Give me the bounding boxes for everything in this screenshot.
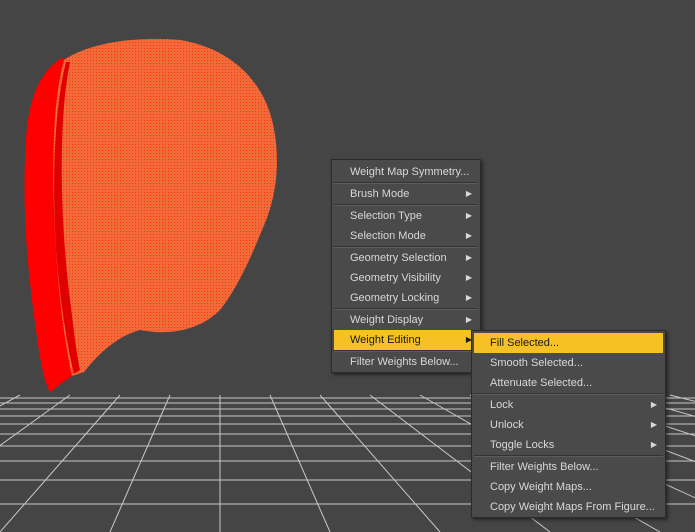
menu-item-label: Weight Editing [350, 334, 421, 346]
menu-item-label: Filter Weights Below... [490, 461, 599, 473]
menu-item-brush-mode[interactable]: Brush Mode ▶ [334, 184, 478, 204]
menu-item-weight-map-symmetry[interactable]: Weight Map Symmetry... [334, 162, 478, 182]
menu-item-label: Weight Display [350, 314, 424, 326]
menu-item-label: Geometry Selection [350, 252, 447, 264]
menu-item-label: Filter Weights Below... [350, 356, 459, 368]
weight-editing-submenu[interactable]: Fill Selected... Smooth Selected... Atte… [471, 330, 666, 518]
menu-item-label: Copy Weight Maps... [490, 481, 592, 493]
submenu-arrow-icon: ▶ [465, 189, 472, 198]
menu-item-unlock[interactable]: Unlock ▶ [474, 415, 663, 435]
hair-mesh[interactable] [24, 38, 277, 392]
submenu-arrow-icon: ▶ [650, 400, 657, 409]
menu-item-label: Brush Mode [350, 188, 410, 200]
submenu-arrow-icon: ▶ [465, 315, 472, 324]
menu-item-weight-display[interactable]: Weight Display ▶ [334, 310, 478, 330]
menu-item-label: Weight Map Symmetry... [350, 166, 470, 178]
hair-mesh-front [53, 38, 277, 376]
submenu-arrow-icon: ▶ [465, 293, 472, 302]
submenu-arrow-icon: ▶ [650, 440, 657, 449]
menu-item-geometry-locking[interactable]: Geometry Locking ▶ [334, 288, 478, 308]
menu-item-smooth-selected[interactable]: Smooth Selected... [474, 353, 663, 373]
menu-item-label: Fill Selected... [490, 337, 560, 349]
context-menu[interactable]: Weight Map Symmetry... Brush Mode ▶ Selec… [331, 159, 481, 373]
menu-item-filter-weights-below[interactable]: Filter Weights Below... [474, 457, 663, 477]
menu-item-selection-type[interactable]: Selection Type ▶ [334, 206, 478, 226]
menu-item-label: Attenuate Selected... [490, 377, 593, 389]
menu-item-label: Smooth Selected... [490, 357, 583, 369]
menu-item-weight-editing[interactable]: Weight Editing ▶ [334, 330, 478, 350]
menu-item-label: Geometry Locking [350, 292, 440, 304]
menu-item-attenuate-selected[interactable]: Attenuate Selected... [474, 373, 663, 393]
menu-item-toggle-locks[interactable]: Toggle Locks ▶ [474, 435, 663, 455]
submenu-arrow-icon: ▶ [465, 273, 472, 282]
menu-item-copy-weight-maps-from-figure[interactable]: Copy Weight Maps From Figure... [474, 497, 663, 517]
menu-item-label: Toggle Locks [490, 439, 555, 451]
menu-item-geometry-selection[interactable]: Geometry Selection ▶ [334, 248, 478, 268]
submenu-arrow-icon: ▶ [650, 420, 657, 429]
submenu-arrow-icon: ▶ [465, 253, 472, 262]
menu-item-lock[interactable]: Lock ▶ [474, 395, 663, 415]
menu-item-label: Selection Mode [350, 230, 426, 242]
menu-item-label: Lock [490, 399, 514, 411]
menu-item-geometry-visibility[interactable]: Geometry Visibility ▶ [334, 268, 478, 288]
menu-item-copy-weight-maps[interactable]: Copy Weight Maps... [474, 477, 663, 497]
menu-item-label: Geometry Visibility [350, 272, 441, 284]
submenu-arrow-icon: ▶ [465, 231, 472, 240]
submenu-arrow-icon: ▶ [465, 211, 472, 220]
menu-item-selection-mode[interactable]: Selection Mode ▶ [334, 226, 478, 246]
menu-item-label: Copy Weight Maps From Figure... [490, 501, 655, 513]
menu-item-label: Selection Type [350, 210, 422, 222]
menu-item-label: Unlock [490, 419, 524, 431]
menu-item-fill-selected[interactable]: Fill Selected... [474, 333, 663, 353]
menu-item-filter-weights-below[interactable]: Filter Weights Below... [334, 352, 478, 372]
